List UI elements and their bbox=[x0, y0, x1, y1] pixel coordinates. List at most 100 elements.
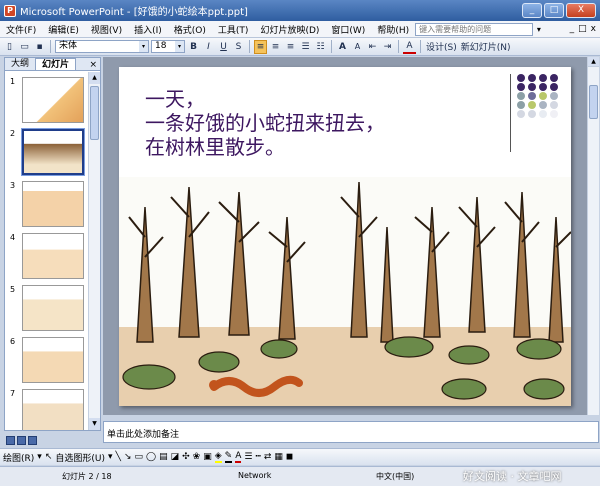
numbered-list-icon[interactable]: ☰ bbox=[299, 40, 312, 54]
bullet-list-icon[interactable]: ☷ bbox=[314, 40, 327, 54]
toolbar-separator bbox=[50, 40, 51, 53]
scroll-up-icon[interactable]: ▲ bbox=[89, 72, 100, 84]
notes-pane[interactable]: 单击此处添加备注 bbox=[103, 421, 599, 443]
doc-restore-button[interactable]: □ bbox=[578, 24, 587, 34]
wordart-tool-icon[interactable]: ◪ bbox=[171, 452, 180, 462]
tab-slides[interactable]: 幻灯片 bbox=[35, 58, 77, 70]
arrow-tool-icon[interactable]: ↘ bbox=[124, 452, 132, 462]
slide-scrollbar[interactable]: ▲ bbox=[587, 57, 599, 415]
menu-tools[interactable]: 工具(T) bbox=[212, 23, 255, 36]
help-search-input[interactable]: 键入需要帮助的问题 bbox=[415, 22, 534, 36]
open-folder-icon[interactable]: ▭ bbox=[18, 40, 31, 54]
normal-view-icon[interactable] bbox=[6, 436, 15, 445]
font-select[interactable]: 宋体 ▾ bbox=[55, 40, 149, 53]
menu-format[interactable]: 格式(O) bbox=[168, 23, 212, 36]
font-color-button[interactable]: A bbox=[403, 40, 416, 54]
slide-counter: 幻灯片 2 / 18 bbox=[62, 472, 112, 481]
3d-style-icon[interactable]: ◼ bbox=[286, 452, 293, 462]
menu-edit[interactable]: 编辑(E) bbox=[42, 23, 85, 36]
align-left-icon[interactable]: ≡ bbox=[254, 39, 267, 54]
grow-font-button[interactable]: A bbox=[336, 40, 349, 54]
slide-thumbnail-image bbox=[22, 389, 84, 430]
slide-sorter-icon[interactable] bbox=[17, 436, 26, 445]
decorative-dot bbox=[539, 74, 547, 82]
slide-thumbnail-image bbox=[22, 337, 84, 383]
italic-button[interactable]: I bbox=[202, 40, 215, 54]
shrink-font-button[interactable]: A bbox=[351, 40, 364, 54]
minimize-button[interactable]: _ bbox=[522, 3, 542, 18]
font-size-select[interactable]: 18 ▾ bbox=[151, 40, 185, 53]
slide-thumbnail-image bbox=[22, 77, 84, 123]
slide-text-box[interactable]: 一天， 一条好饿的小蛇扭来扭去， 在树林里散步。 bbox=[145, 87, 385, 159]
scroll-thumb[interactable] bbox=[90, 86, 99, 140]
tab-outline[interactable]: 大纲 bbox=[5, 58, 35, 70]
menu-slideshow[interactable]: 幻灯片放映(D) bbox=[254, 23, 325, 36]
decrease-indent-icon[interactable]: ⇤ bbox=[366, 40, 379, 54]
diagram-tool-icon[interactable]: ✣ bbox=[182, 452, 190, 462]
arrow-style-icon[interactable]: ⇄ bbox=[264, 452, 272, 462]
line-color-icon[interactable]: ✎ bbox=[224, 451, 233, 463]
font-select-value: 宋体 bbox=[59, 41, 78, 51]
underline-button[interactable]: U bbox=[217, 40, 230, 54]
autoshapes-dropdown-icon[interactable]: ▾ bbox=[108, 452, 113, 462]
toolbar-separator bbox=[398, 40, 399, 53]
pane-close-icon[interactable]: × bbox=[89, 60, 100, 70]
draw-dropdown-icon[interactable]: ▾ bbox=[37, 452, 42, 462]
window-title: Microsoft PowerPoint - [好饿的小蛇绘本ppt.ppt] bbox=[20, 7, 248, 18]
font-dropdown-icon[interactable]: ▾ bbox=[139, 41, 148, 52]
menu-help[interactable]: 帮助(H) bbox=[371, 23, 415, 36]
font-color-icon[interactable]: A bbox=[235, 451, 242, 463]
slide-number: 5 bbox=[10, 285, 16, 294]
line-style-icon[interactable]: ☰ bbox=[244, 452, 252, 462]
decorative-dot bbox=[528, 74, 536, 82]
menu-view[interactable]: 视图(V) bbox=[85, 23, 128, 36]
doc-minimize-button[interactable]: _ bbox=[570, 24, 575, 34]
align-center-icon[interactable]: ≡ bbox=[269, 40, 282, 54]
maximize-button[interactable]: □ bbox=[544, 3, 564, 18]
design-button[interactable]: 设计(S) bbox=[425, 40, 458, 54]
save-icon[interactable]: ▪ bbox=[33, 40, 46, 54]
decorative-dot bbox=[517, 83, 525, 91]
rectangle-tool-icon[interactable]: ▭ bbox=[134, 452, 143, 462]
scroll-down-icon[interactable]: ▼ bbox=[89, 418, 100, 430]
new-slide-button[interactable]: 新幻灯片(N) bbox=[460, 40, 512, 54]
increase-indent-icon[interactable]: ⇥ bbox=[381, 40, 394, 54]
clipart-tool-icon[interactable]: ❀ bbox=[193, 452, 201, 462]
doc-close-button[interactable]: x bbox=[591, 24, 596, 34]
close-button[interactable]: X bbox=[566, 3, 596, 18]
help-dropdown-icon[interactable]: ▾ bbox=[533, 25, 544, 34]
slide-number: 2 bbox=[10, 129, 16, 138]
forest-snake-illustration bbox=[119, 177, 571, 406]
menu-file[interactable]: 文件(F) bbox=[0, 23, 42, 36]
bold-button[interactable]: B bbox=[187, 40, 200, 54]
picture-tool-icon[interactable]: ▣ bbox=[203, 452, 212, 462]
dash-style-icon[interactable]: ┅ bbox=[255, 452, 260, 462]
menu-window[interactable]: 窗口(W) bbox=[325, 23, 371, 36]
new-document-icon[interactable]: ▯ bbox=[3, 40, 16, 54]
align-right-icon[interactable]: ≡ bbox=[284, 40, 297, 54]
menu-insert[interactable]: 插入(I) bbox=[128, 23, 168, 36]
slide-number: 7 bbox=[10, 389, 16, 398]
slide-number: 4 bbox=[10, 233, 16, 242]
autoshapes-button[interactable]: 自选图形(U) bbox=[55, 451, 105, 464]
formatting-toolbar: ▯ ▭ ▪ 宋体 ▾ 18 ▾ B I U S ≡ ≡ ≡ ☰ ☷ A A ⇤ … bbox=[0, 38, 600, 56]
scroll-thumb[interactable] bbox=[589, 85, 598, 119]
scroll-up-icon[interactable]: ▲ bbox=[588, 57, 599, 67]
oval-tool-icon[interactable]: ◯ bbox=[146, 452, 156, 462]
shadow-button[interactable]: S bbox=[232, 40, 245, 54]
thumbnail-scrollbar[interactable]: ▲ ▼ bbox=[88, 72, 100, 430]
fill-color-icon[interactable]: ◈ bbox=[214, 451, 222, 463]
decorative-dot bbox=[550, 74, 558, 82]
shadow-style-icon[interactable]: ▦ bbox=[274, 452, 283, 462]
textbox-tool-icon[interactable]: ▤ bbox=[159, 452, 168, 462]
line-tool-icon[interactable]: ╲ bbox=[116, 452, 121, 462]
slides-pane: 大纲 幻灯片 × 1 2 3 4 5 6 7 ▲ ▼ bbox=[4, 57, 101, 431]
slideshow-icon[interactable] bbox=[28, 436, 37, 445]
font-size-dropdown-icon[interactable]: ▾ bbox=[175, 41, 184, 52]
slide-canvas[interactable]: 一天， 一条好饿的小蛇扭来扭去， 在树林里散步。 bbox=[119, 67, 571, 406]
select-cursor-icon[interactable]: ↖ bbox=[45, 452, 53, 462]
slide-text-line-3: 在树林里散步。 bbox=[145, 135, 285, 159]
draw-menu-button[interactable]: 绘图(R) bbox=[3, 451, 34, 464]
slide-thumbnail-image bbox=[22, 285, 84, 331]
slide-number: 3 bbox=[10, 181, 16, 190]
